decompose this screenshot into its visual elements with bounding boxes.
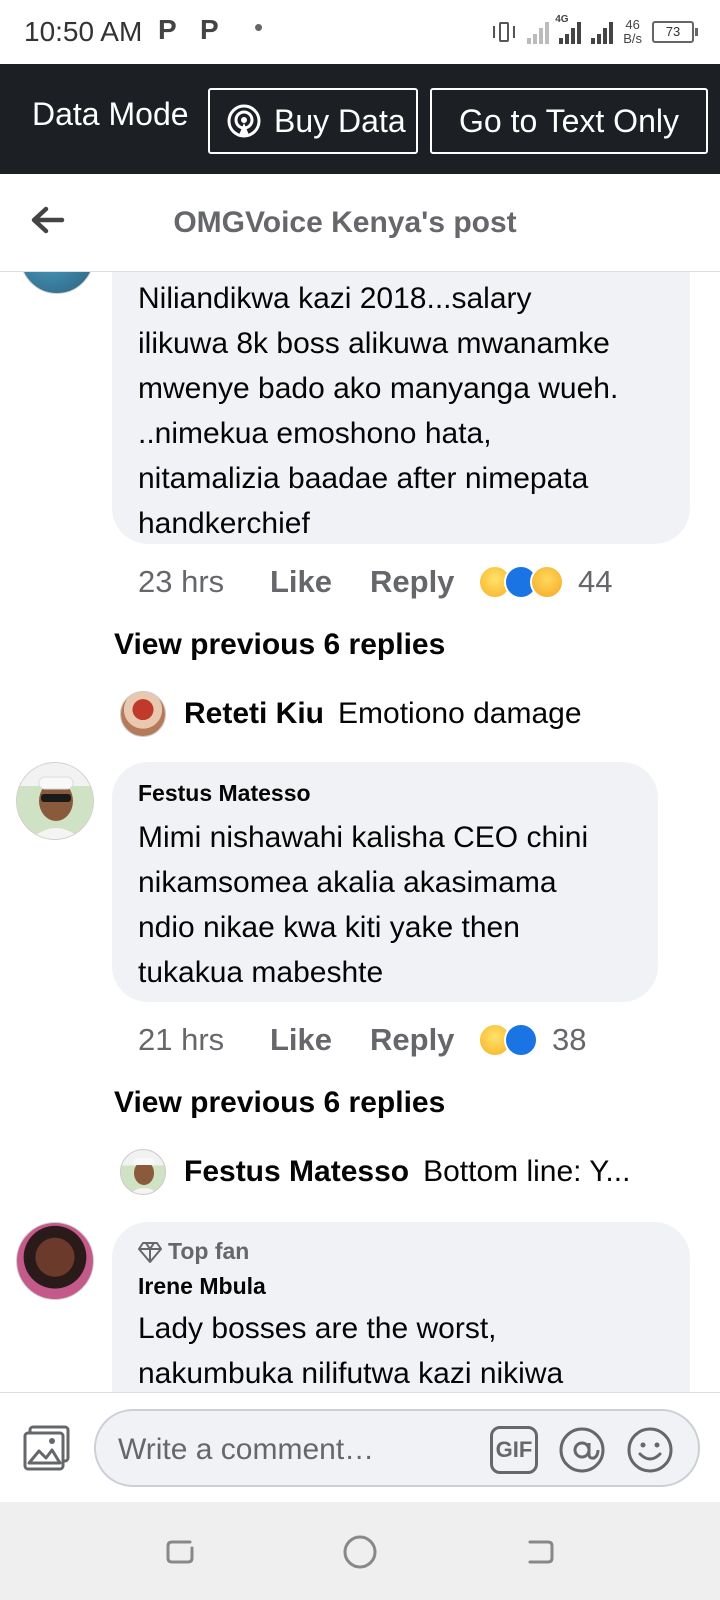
text-only-button[interactable]: Go to Text Only — [430, 88, 708, 154]
reply-author[interactable]: Festus Matesso — [184, 1155, 409, 1189]
back-nav-icon[interactable] — [522, 1534, 558, 1570]
signal-sim1-icon — [527, 20, 550, 44]
comment-text-line: Lady bosses are the worst, — [138, 1312, 497, 1345]
reply-button[interactable]: Reply — [370, 1022, 478, 1058]
vibrate-icon — [491, 20, 517, 44]
network-speed-unit: B/s — [623, 31, 642, 46]
comment-text-line: handkerchief — [138, 507, 310, 540]
reactions-summary[interactable] — [478, 1023, 538, 1057]
reactions-summary[interactable] — [478, 565, 564, 599]
comment-input[interactable] — [118, 1433, 458, 1467]
person-photo-icon — [31, 776, 81, 839]
signal-sim2-icon — [591, 20, 614, 44]
battery-icon: 73 — [652, 21, 698, 43]
recent-apps-icon[interactable] — [162, 1534, 198, 1570]
comment-author[interactable]: Festus Matesso — [138, 780, 632, 807]
comment-text-line: mwenye bado ako manyanga wueh. — [138, 372, 619, 405]
latest-reply[interactable]: Festus Matesso Bottom line: Y... — [120, 1148, 630, 1196]
comment-text-line: ilikuwa 8k boss alikuwa mwanamke — [138, 327, 610, 360]
emoji-icon[interactable] — [626, 1426, 674, 1474]
person-photo-icon — [129, 1158, 159, 1194]
view-previous-replies-link[interactable]: View previous 6 replies — [114, 1086, 445, 1120]
buy-data-label: Buy Data — [274, 102, 406, 139]
comment-text-line: nitamalizia baadae after nimepata — [138, 462, 589, 495]
reply-author[interactable]: Reteti Kiu — [184, 697, 324, 731]
comment-text-line: tukakua mabeshte — [138, 956, 384, 989]
network-speed-value: 46 — [625, 17, 640, 32]
top-fan-badge: Top fan — [138, 1238, 664, 1265]
diamond-icon — [138, 1241, 162, 1263]
care-icon — [530, 565, 564, 599]
comment-bubble[interactable]: Festus Matesso Mimi nishawahi kalisha CE… — [112, 762, 658, 1002]
comment-text-line: nikamsomea akalia akasimama — [138, 866, 557, 899]
reply-text: Emotiono damage — [338, 697, 582, 730]
comment-text-line: Niliandikwa kazi 2018...salary — [138, 282, 532, 315]
data-mode-bar: Data Mode Buy Data Go to Text Only — [0, 64, 720, 174]
notification-p-icon: P — [200, 14, 219, 45]
comment-text-line: ndio nikae kwa kiti yake then — [138, 911, 520, 944]
status-time: 10:50 AM — [24, 16, 143, 47]
notification-p-icon: P — [158, 14, 177, 45]
photo-attach-icon[interactable] — [22, 1423, 72, 1473]
comment-time[interactable]: 21 hrs — [138, 1022, 270, 1058]
reaction-count[interactable]: 38 — [552, 1022, 586, 1058]
system-navigation-bar — [0, 1502, 720, 1600]
more-notifications-dot-icon: • — [254, 12, 264, 42]
broadcast-icon — [227, 104, 261, 138]
like-button[interactable]: Like — [270, 1022, 370, 1058]
like-button[interactable]: Like — [270, 564, 370, 600]
signal-4g-icon: 4G — [555, 14, 582, 44]
status-bar: 10:50 AM P P • 4G 46 B/s 73 — [0, 0, 720, 64]
reply-avatar[interactable] — [120, 1149, 166, 1195]
commenter-avatar[interactable] — [16, 1222, 94, 1300]
data-mode-label: Data Mode — [32, 96, 189, 132]
home-icon[interactable] — [342, 1534, 378, 1570]
mention-icon[interactable] — [558, 1426, 606, 1474]
latest-reply[interactable]: Reteti Kiu Emotiono damage — [120, 690, 582, 738]
gif-icon[interactable]: GIF — [490, 1426, 538, 1474]
text-only-label: Go to Text Only — [459, 102, 679, 139]
comment-composer: GIF — [0, 1392, 720, 1502]
page-header: OMGVoice Kenya's post — [0, 174, 720, 272]
view-previous-replies-link[interactable]: View previous 6 replies — [114, 628, 445, 662]
buy-data-button[interactable]: Buy Data — [208, 88, 418, 154]
network-type: 4G — [555, 14, 569, 25]
reply-avatar[interactable] — [120, 691, 166, 737]
reply-text: Bottom line: Y... — [423, 1155, 631, 1188]
comment-text-line: nakumbuka nilifutwa kazi nikiwa — [138, 1357, 564, 1390]
comment-bubble[interactable]: Niliandikwa kazi 2018...salary ilikuwa 8… — [112, 272, 690, 544]
comment-time[interactable]: 23 hrs — [138, 564, 270, 600]
reaction-count[interactable]: 44 — [578, 564, 612, 600]
top-fan-label: Top fan — [168, 1238, 250, 1264]
comments-feed[interactable]: Niliandikwa kazi 2018...salary ilikuwa 8… — [0, 272, 720, 1392]
comment-text-line: Mimi nishawahi kalisha CEO chini — [138, 821, 589, 854]
comment-box[interactable]: GIF — [94, 1409, 700, 1487]
comment-actions: 21 hrs Like Reply 38 — [138, 1020, 586, 1060]
comment-bubble[interactable]: Top fan Irene Mbula Lady bosses are the … — [112, 1222, 690, 1392]
reply-button[interactable]: Reply — [370, 564, 478, 600]
comment-actions: 23 hrs Like Reply 44 — [138, 562, 612, 602]
commenter-avatar[interactable] — [16, 762, 94, 840]
page-title: OMGVoice Kenya's post — [173, 206, 517, 239]
network-speed: 46 B/s — [623, 18, 642, 46]
commenter-avatar[interactable] — [20, 272, 94, 294]
like-icon — [504, 1023, 538, 1057]
comment-text-line: ..nimekua emoshono hata, — [138, 417, 492, 450]
comment-author[interactable]: Irene Mbula — [138, 1273, 664, 1300]
status-indicators: 4G 46 B/s 73 — [491, 14, 698, 50]
